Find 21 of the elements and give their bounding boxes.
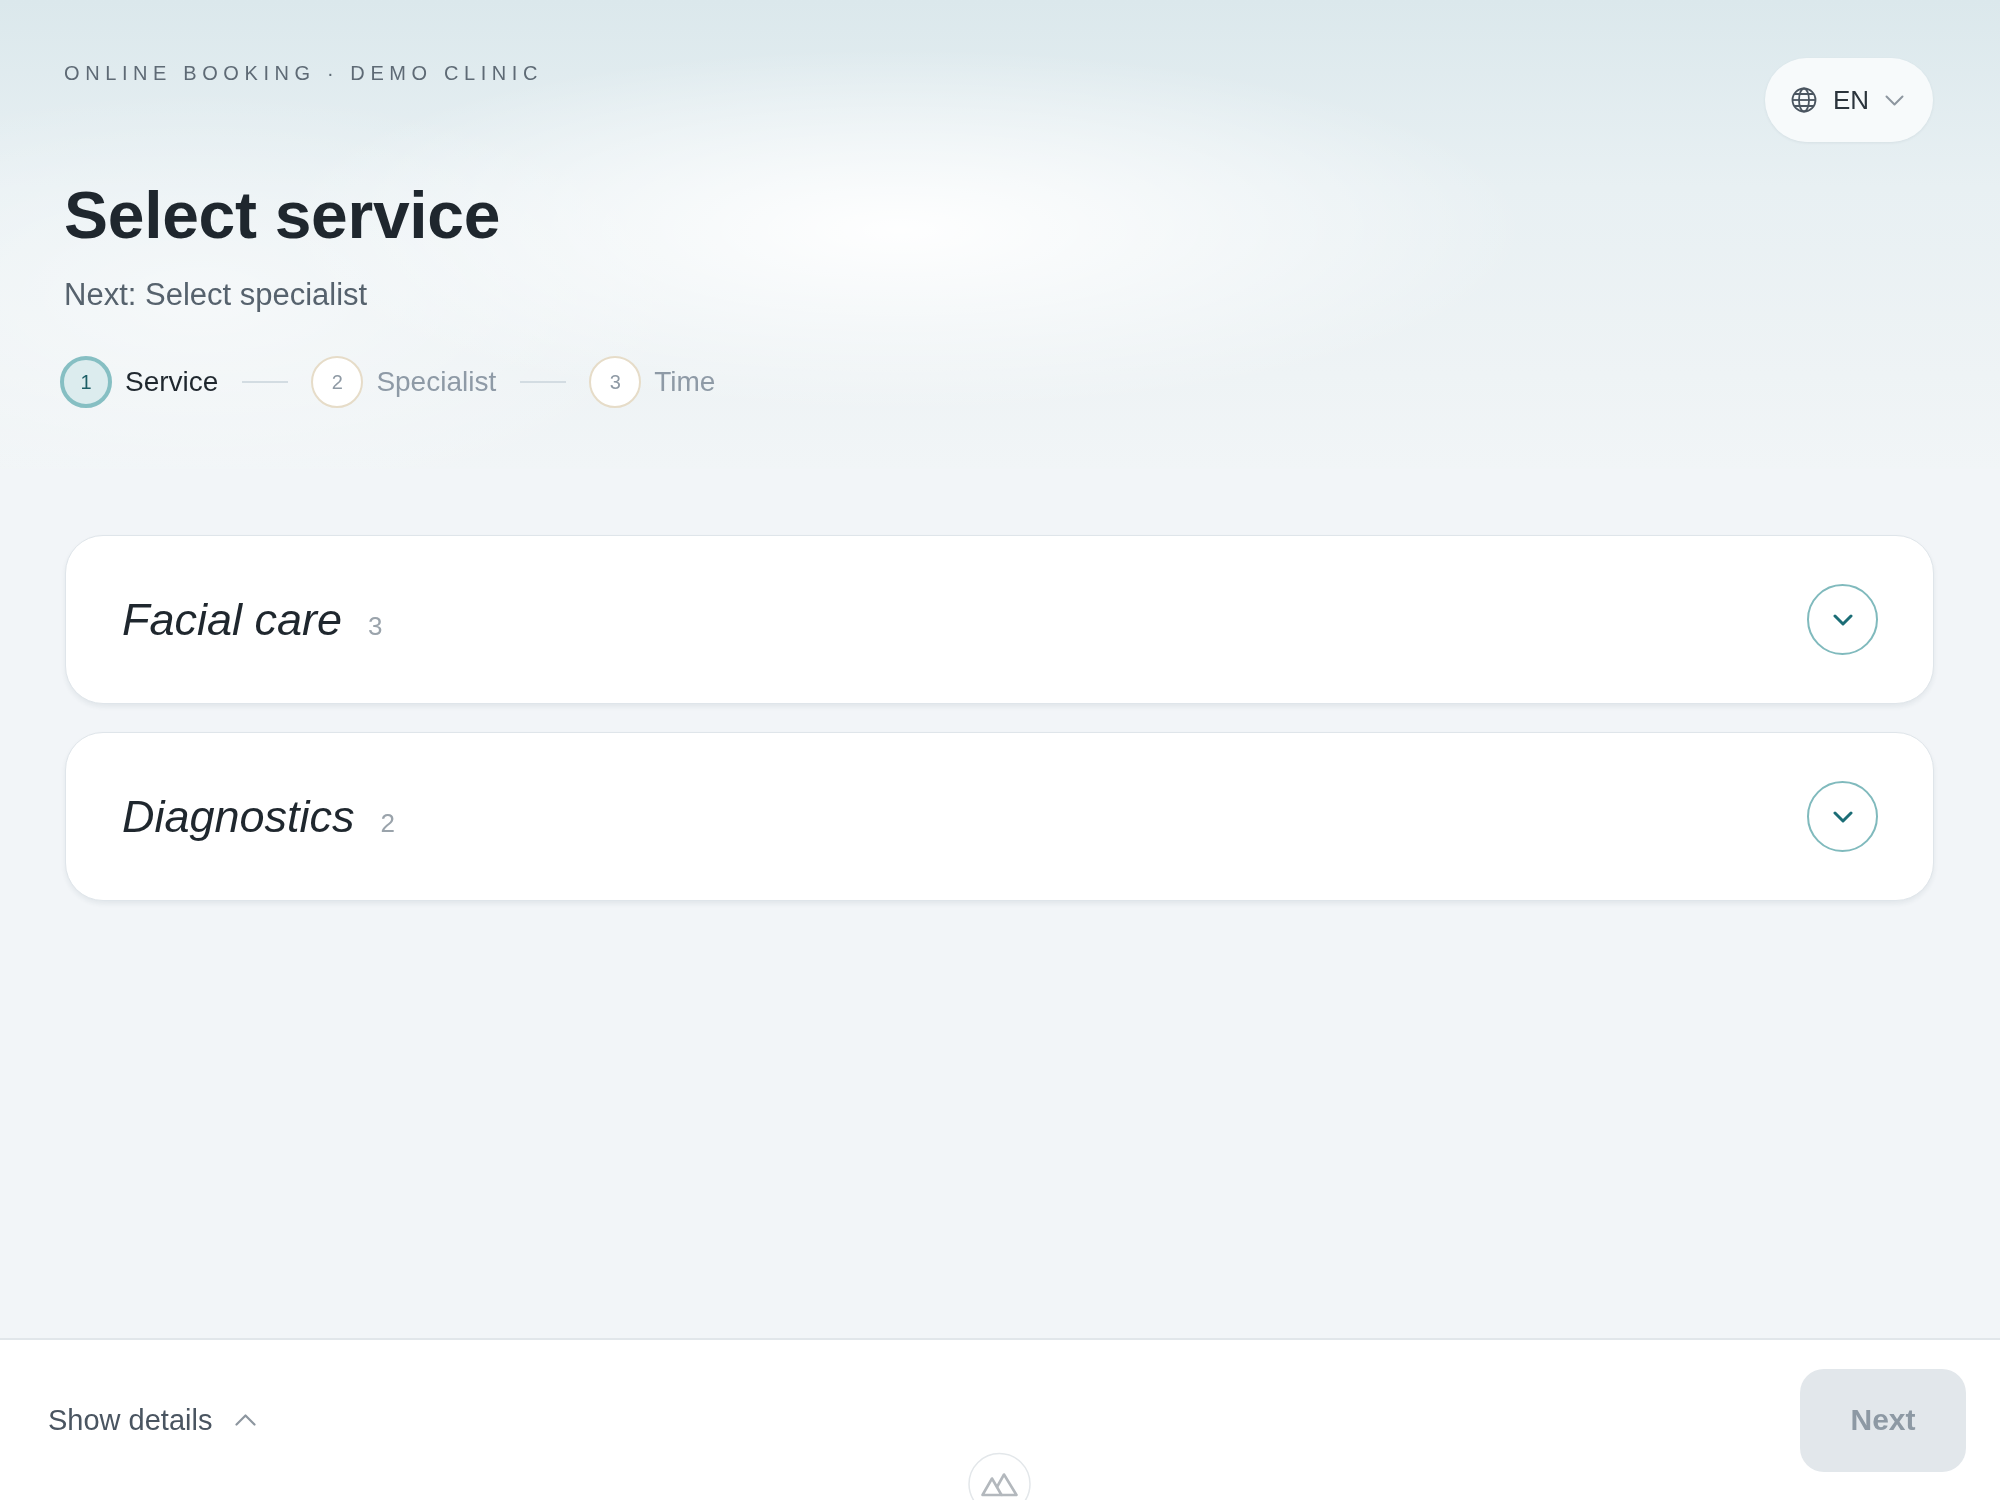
step-number: 1 [60, 356, 112, 408]
booking-eyebrow: ONLINE BOOKING · DEMO CLINIC [64, 61, 544, 86]
category-count: 2 [380, 807, 396, 839]
chevron-down-icon [1885, 94, 1905, 106]
language-button[interactable]: EN [1765, 58, 1933, 142]
step-label: Service [125, 365, 219, 399]
page-title: Select service [64, 177, 501, 254]
step-number: 3 [589, 356, 642, 408]
category-card[interactable]: Facial care 3 [65, 535, 1934, 704]
category-title: Facial care [122, 592, 343, 647]
next-step-hint: Next: Select specialist [64, 276, 368, 314]
globe-icon [1791, 87, 1817, 113]
step-label: Specialist [376, 365, 497, 399]
chevron-up-icon [235, 1414, 257, 1426]
category-card[interactable]: Diagnostics 2 [65, 732, 1934, 901]
mountain-logo-icon[interactable] [968, 1452, 1031, 1500]
step-number: 2 [311, 356, 364, 408]
category-title: Diagnostics [122, 789, 355, 844]
step-label: Time [654, 365, 716, 399]
category-count: 3 [368, 610, 383, 642]
show-details-button[interactable]: Show details [48, 1403, 257, 1437]
